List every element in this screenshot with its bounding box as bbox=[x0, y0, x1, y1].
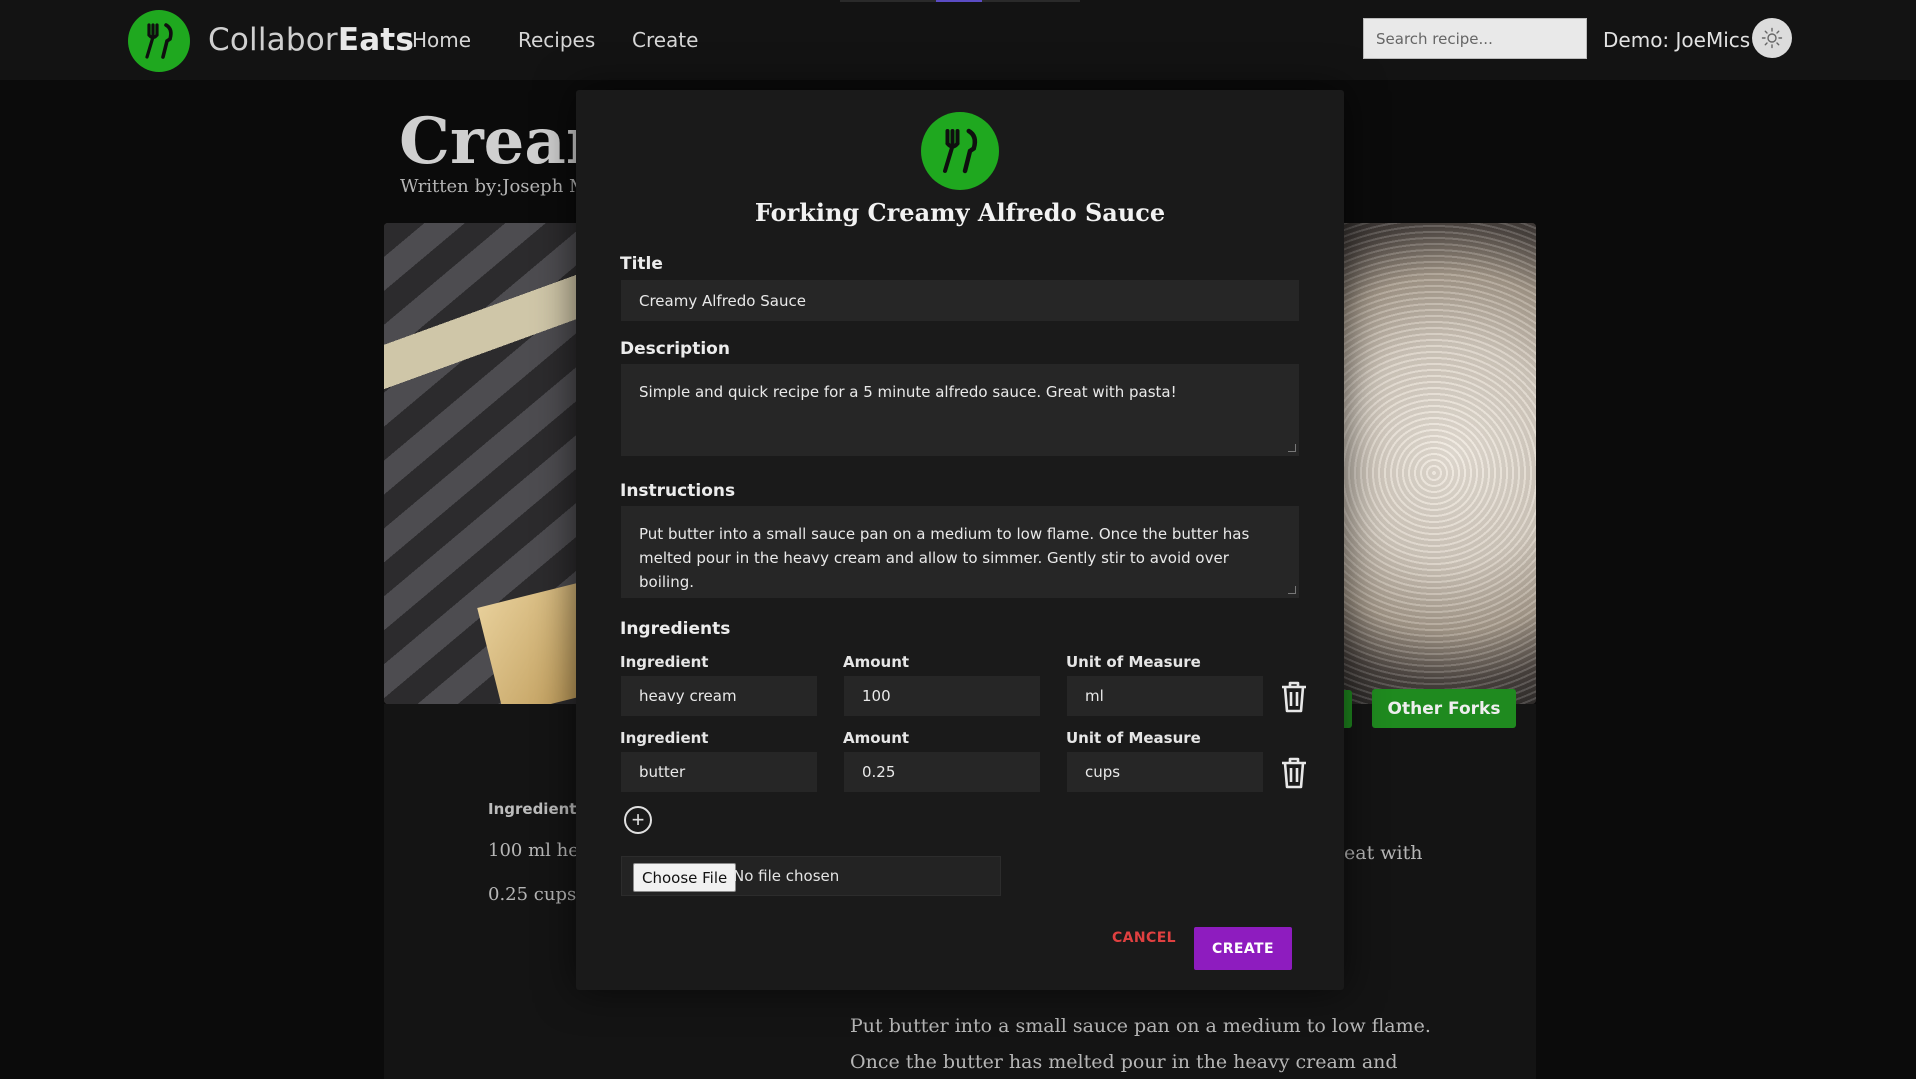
fork-knife-logo-icon bbox=[921, 112, 999, 190]
nav-link-home[interactable]: Home bbox=[412, 28, 471, 52]
sun-icon bbox=[1761, 27, 1783, 49]
description-textarea[interactable] bbox=[621, 364, 1299, 456]
ingredient-unit-input[interactable] bbox=[1067, 752, 1263, 792]
ingredient-col-label: Ingredient bbox=[620, 653, 709, 671]
title-input[interactable] bbox=[621, 280, 1299, 321]
brand-name[interactable]: CollaborEats bbox=[208, 22, 414, 58]
cancel-button[interactable]: CANCEL bbox=[1112, 930, 1176, 946]
fork-recipe-modal: Forking Creamy Alfredo Sauce Title Descr… bbox=[576, 90, 1344, 990]
delete-ingredient-trash-icon[interactable] bbox=[1279, 756, 1309, 790]
ingredient-amount-input[interactable] bbox=[844, 676, 1040, 716]
demo-user-label: Demo: JoeMics bbox=[1603, 28, 1751, 52]
theme-toggle-button[interactable] bbox=[1752, 18, 1792, 58]
resize-handle[interactable] bbox=[1288, 444, 1296, 452]
file-status-text: No file chosen bbox=[733, 867, 840, 885]
ingredient-col-label: Ingredient bbox=[620, 729, 709, 747]
description-label: Description bbox=[620, 339, 730, 359]
fork-knife-logo-icon[interactable] bbox=[128, 10, 190, 72]
recipe-ingredients-heading: Ingredients bbox=[488, 800, 586, 818]
ingredient-unit-input[interactable] bbox=[1067, 676, 1263, 716]
nav-link-recipes[interactable]: Recipes bbox=[518, 28, 595, 52]
ingredients-label: Ingredients bbox=[620, 619, 731, 639]
ingredient-amount-input[interactable] bbox=[844, 752, 1040, 792]
loading-bar-fill bbox=[936, 0, 982, 2]
unit-col-label: Unit of Measure bbox=[1066, 729, 1201, 747]
brand-name-light: Collabor bbox=[208, 22, 338, 58]
recipe-instructions: Put butter into a small sauce pan on a m… bbox=[850, 1015, 1431, 1073]
recipe-author: Written by:Joseph Mic bbox=[400, 176, 604, 197]
image-file-input[interactable]: Choose File No file chosen bbox=[621, 856, 1001, 896]
choose-file-button[interactable]: Choose File bbox=[633, 863, 737, 892]
ingredient-name-input[interactable] bbox=[621, 676, 817, 716]
delete-ingredient-trash-icon[interactable] bbox=[1279, 680, 1309, 714]
title-label: Title bbox=[620, 254, 663, 274]
modal-title: Forking Creamy Alfredo Sauce bbox=[754, 198, 1166, 227]
loading-bar bbox=[840, 0, 1080, 2]
create-button[interactable]: CREATE bbox=[1194, 927, 1292, 970]
unit-col-label: Unit of Measure bbox=[1066, 653, 1201, 671]
search-input[interactable] bbox=[1363, 18, 1587, 59]
add-ingredient-plus-icon[interactable]: + bbox=[624, 806, 652, 834]
nav-link-create[interactable]: Create bbox=[632, 28, 698, 52]
recipe-description-fragment: eat with bbox=[1344, 842, 1423, 864]
brand-name-bold: Eats bbox=[337, 22, 414, 58]
amount-col-label: Amount bbox=[843, 729, 910, 747]
top-navbar: CollaborEats Home Recipes Create Demo: J… bbox=[0, 0, 1916, 80]
other-forks-button[interactable]: Other Forks bbox=[1372, 689, 1516, 728]
instructions-label: Instructions bbox=[620, 481, 736, 501]
hero-image-pasta bbox=[1314, 223, 1536, 704]
ingredient-name-input[interactable] bbox=[621, 752, 817, 792]
resize-handle[interactable] bbox=[1288, 586, 1296, 594]
amount-col-label: Amount bbox=[843, 653, 910, 671]
instructions-textarea[interactable] bbox=[621, 506, 1299, 598]
